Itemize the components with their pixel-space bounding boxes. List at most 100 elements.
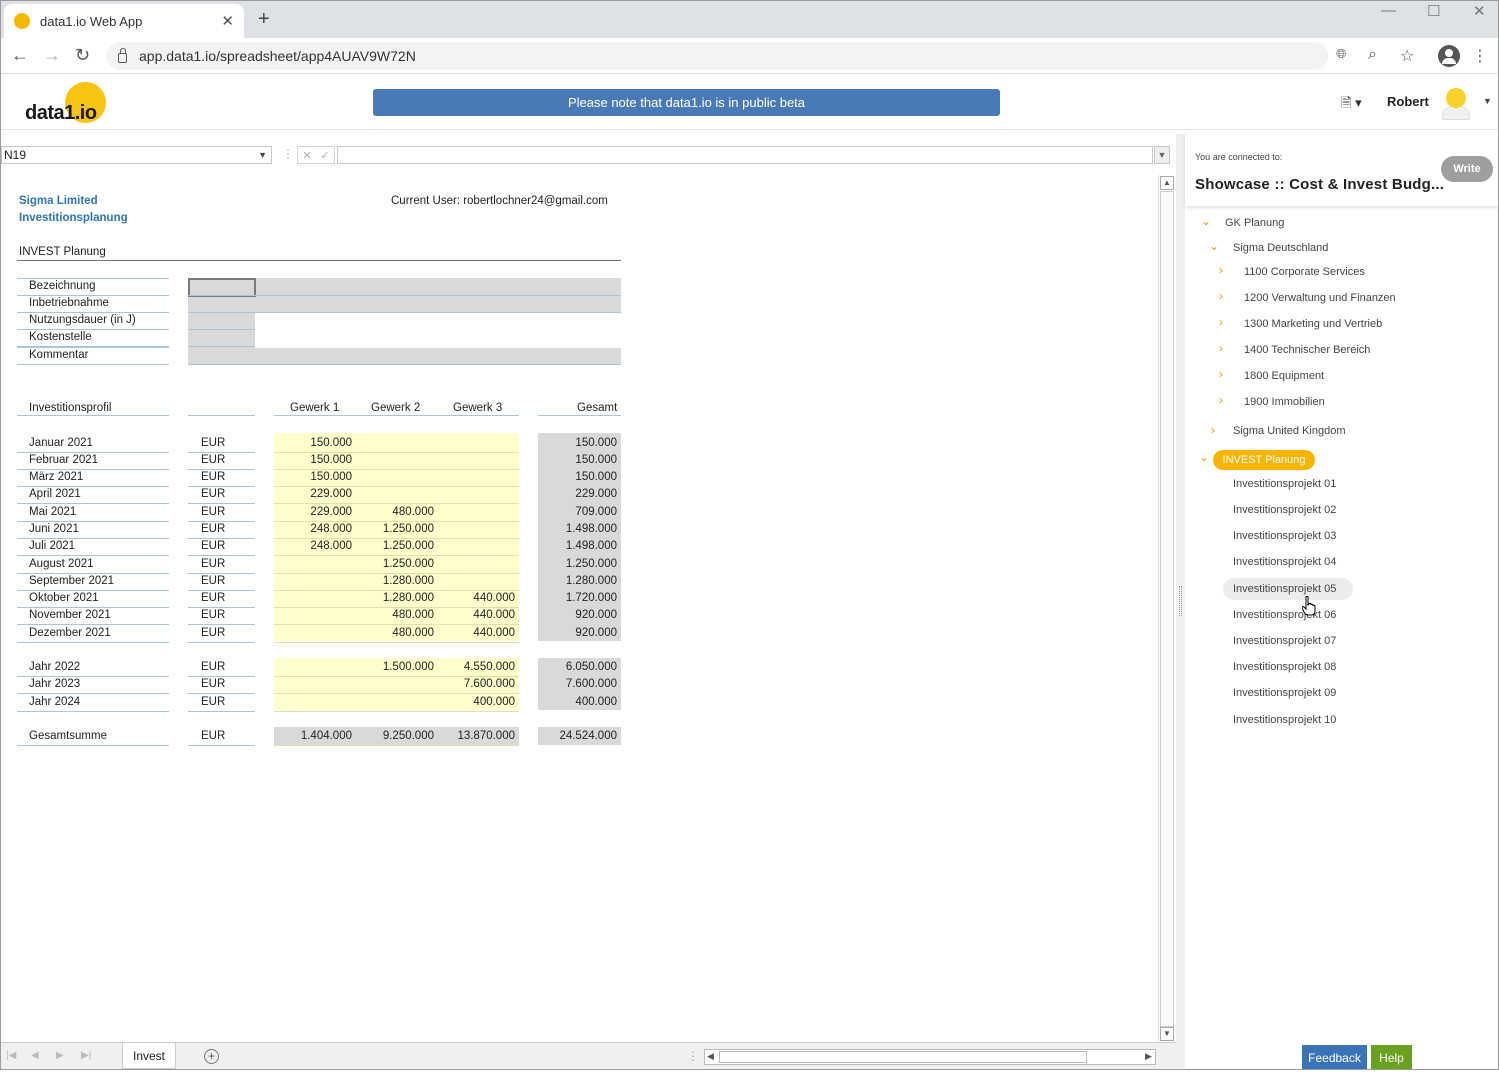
cell-gewerk1[interactable]: 229.000 [274, 506, 352, 518]
user-menu-chevron-icon[interactable]: ▼ [1483, 96, 1492, 106]
tree-item-project[interactable]: Investitionsprojekt 01 [1233, 478, 1336, 490]
last-sheet-icon[interactable]: ▶| [81, 1050, 91, 1061]
feedback-button[interactable]: Feedback [1302, 1045, 1367, 1070]
cell-gewerk2[interactable]: 9.250.000 [355, 730, 434, 742]
tree-item-project[interactable]: Investitionsprojekt 08 [1233, 661, 1336, 673]
url-field[interactable]: app.data1.io/spreadsheet/app4AUAV9W72N [106, 42, 1328, 70]
tree-item-sigma-deutschland[interactable]: Sigma Deutschland [1233, 242, 1328, 254]
tree-item-project[interactable]: Investitionsprojekt 09 [1233, 687, 1336, 699]
chevron-down-icon[interactable]: ⌄ [1199, 450, 1209, 464]
tree-item-project[interactable]: Investitionsprojekt 06 [1233, 609, 1336, 621]
confirm-icon[interactable]: ✓ [320, 149, 329, 162]
excel-export-icon[interactable]: 🗎︎ ▾ [1341, 94, 1362, 116]
cell-gewerk2[interactable]: 480.000 [355, 506, 434, 518]
expand-formula-icon[interactable]: ▼ [1154, 146, 1170, 164]
cell-gewerk2[interactable]: 1.280.000 [355, 575, 434, 587]
back-icon[interactable]: ← [11, 45, 29, 66]
first-sheet-icon[interactable]: |◀ [6, 1050, 16, 1061]
chevron-right-icon[interactable]: › [1211, 423, 1215, 437]
chevron-right-icon[interactable]: › [1219, 367, 1223, 381]
panel-splitter[interactable] [1176, 134, 1185, 1070]
cell-gewerk3[interactable]: 400.000 [437, 696, 515, 708]
cell-gewerk3[interactable]: 440.000 [437, 609, 515, 621]
cell-gewerk2[interactable]: 1.250.000 [355, 540, 434, 552]
tree-item-cost-center[interactable]: 1900 Immobilien [1244, 396, 1325, 408]
vertical-scrollbar[interactable]: ▲ ▼ [1158, 175, 1174, 1042]
scroll-up-icon[interactable]: ▲ [1160, 176, 1174, 190]
browser-tab[interactable]: data1.io Web App ✕ [4, 4, 244, 38]
tree-item-project[interactable]: Investitionsprojekt 02 [1233, 504, 1336, 516]
forward-icon[interactable]: → [43, 45, 61, 66]
horizontal-scrollbar[interactable]: ◀ ▶ [704, 1049, 1156, 1065]
user-name[interactable]: Robert [1387, 94, 1429, 109]
window-close-icon[interactable]: ✕ [1473, 2, 1486, 20]
cell-gewerk1[interactable]: 150.000 [274, 471, 352, 483]
tab-splitter-icon[interactable]: ⋮ [687, 1049, 699, 1063]
chevron-right-icon[interactable]: › [1219, 393, 1223, 407]
tree-item-cost-center[interactable]: 1800 Equipment [1244, 370, 1324, 382]
tree-item-cost-center[interactable]: 1100 Corporate Services [1244, 266, 1365, 278]
scroll-thumb[interactable] [1160, 191, 1174, 1027]
tree-item-project[interactable]: Investitionsprojekt 05 [1233, 583, 1336, 595]
help-button[interactable]: Help [1371, 1045, 1412, 1070]
cell-gewerk1[interactable]: 248.000 [274, 540, 352, 552]
chevron-right-icon[interactable]: › [1219, 263, 1223, 277]
tree-item-invest-planung[interactable]: INVEST Planung [1213, 450, 1315, 470]
cell-gewerk2[interactable]: 1.250.000 [355, 558, 434, 570]
cancel-icon[interactable]: ✕ [302, 149, 311, 162]
scroll-down-icon[interactable]: ▼ [1160, 1027, 1174, 1041]
scroll-left-icon[interactable]: ◀ [707, 1051, 714, 1062]
zoom-icon[interactable]: ⌕ [1368, 46, 1377, 64]
cell-gewerk1[interactable]: 248.000 [274, 523, 352, 535]
formula-input[interactable] [337, 146, 1153, 164]
tree-item-cost-center[interactable]: 1200 Verwaltung und Finanzen [1244, 292, 1396, 304]
next-sheet-icon[interactable]: ▶ [56, 1050, 64, 1061]
cell-gewerk3[interactable]: 440.000 [437, 592, 515, 604]
chevron-right-icon[interactable]: › [1219, 289, 1223, 303]
cell-gewerk2[interactable]: 1.250.000 [355, 523, 434, 535]
scroll-right-icon[interactable]: ▶ [1145, 1051, 1152, 1062]
tree-item-sigma-uk[interactable]: Sigma United Kingdom [1233, 425, 1346, 437]
cell-gewerk2[interactable]: 1.280.000 [355, 592, 434, 604]
cell-reference-box[interactable]: N19 ▼ [1, 146, 272, 164]
close-tab-icon[interactable]: ✕ [221, 12, 234, 30]
reload-icon[interactable]: ↻ [75, 45, 90, 66]
tree-item-project[interactable]: Investitionsprojekt 04 [1233, 556, 1336, 568]
tree-item-project[interactable]: Investitionsprojekt 03 [1233, 530, 1336, 542]
add-sheet-icon[interactable]: + [204, 1049, 219, 1064]
chevron-down-icon[interactable]: ⌄ [1209, 239, 1219, 253]
chevron-right-icon[interactable]: › [1219, 341, 1223, 355]
menu-dots-icon[interactable]: ⋮ [1472, 46, 1488, 66]
browser-profile-icon[interactable] [1438, 45, 1460, 67]
cell-gewerk3[interactable]: 440.000 [437, 627, 515, 639]
tree-item-project[interactable]: Investitionsprojekt 07 [1233, 635, 1336, 647]
new-tab-icon[interactable]: + [258, 8, 270, 31]
data1-logo[interactable]: data1.io [25, 82, 115, 126]
translate-icon[interactable]: 🌐︎ [1336, 46, 1346, 62]
cell-gewerk1[interactable]: 1.404.000 [274, 730, 352, 742]
splitter-grip-icon[interactable] [1179, 586, 1182, 616]
cell-gewerk3[interactable]: 13.870.000 [437, 730, 515, 742]
write-button[interactable]: Write [1441, 156, 1493, 182]
cell-gewerk1[interactable]: 150.000 [274, 454, 352, 466]
cell-gewerk1[interactable]: 229.000 [274, 488, 352, 500]
cell-gewerk3[interactable]: 7.600.000 [437, 678, 515, 690]
cell-gewerk2[interactable]: 480.000 [355, 627, 434, 639]
chevron-down-icon[interactable]: ⌄ [1201, 214, 1211, 228]
cell-gewerk2[interactable]: 480.000 [355, 609, 434, 621]
tree-item-gk-planung[interactable]: GK Planung [1225, 217, 1284, 229]
minimize-icon[interactable]: — [1381, 2, 1396, 19]
tree-item-project[interactable]: Investitionsprojekt 10 [1233, 714, 1336, 726]
bookmark-star-icon[interactable]: ☆ [1400, 46, 1414, 66]
cell-gewerk2[interactable]: 1.500.000 [355, 661, 434, 673]
formula-confirm-buttons[interactable]: ✕ ✓ [297, 146, 335, 164]
maximize-icon[interactable]: ☐ [1427, 2, 1440, 20]
chevron-right-icon[interactable]: › [1219, 315, 1223, 329]
tree-item-cost-center[interactable]: 1400 Technischer Bereich [1244, 344, 1370, 356]
horizontal-scroll-thumb[interactable] [719, 1051, 1087, 1063]
cell-gewerk1[interactable]: 150.000 [274, 437, 352, 449]
spreadsheet-grid[interactable]: Sigma Limited Investitionsplanung Curren… [0, 172, 1158, 1042]
tree-item-cost-center[interactable]: 1300 Marketing und Vertrieb [1244, 318, 1382, 330]
drag-handle-icon[interactable]: ⋮ [282, 147, 294, 161]
prev-sheet-icon[interactable]: ◀ [31, 1050, 39, 1061]
